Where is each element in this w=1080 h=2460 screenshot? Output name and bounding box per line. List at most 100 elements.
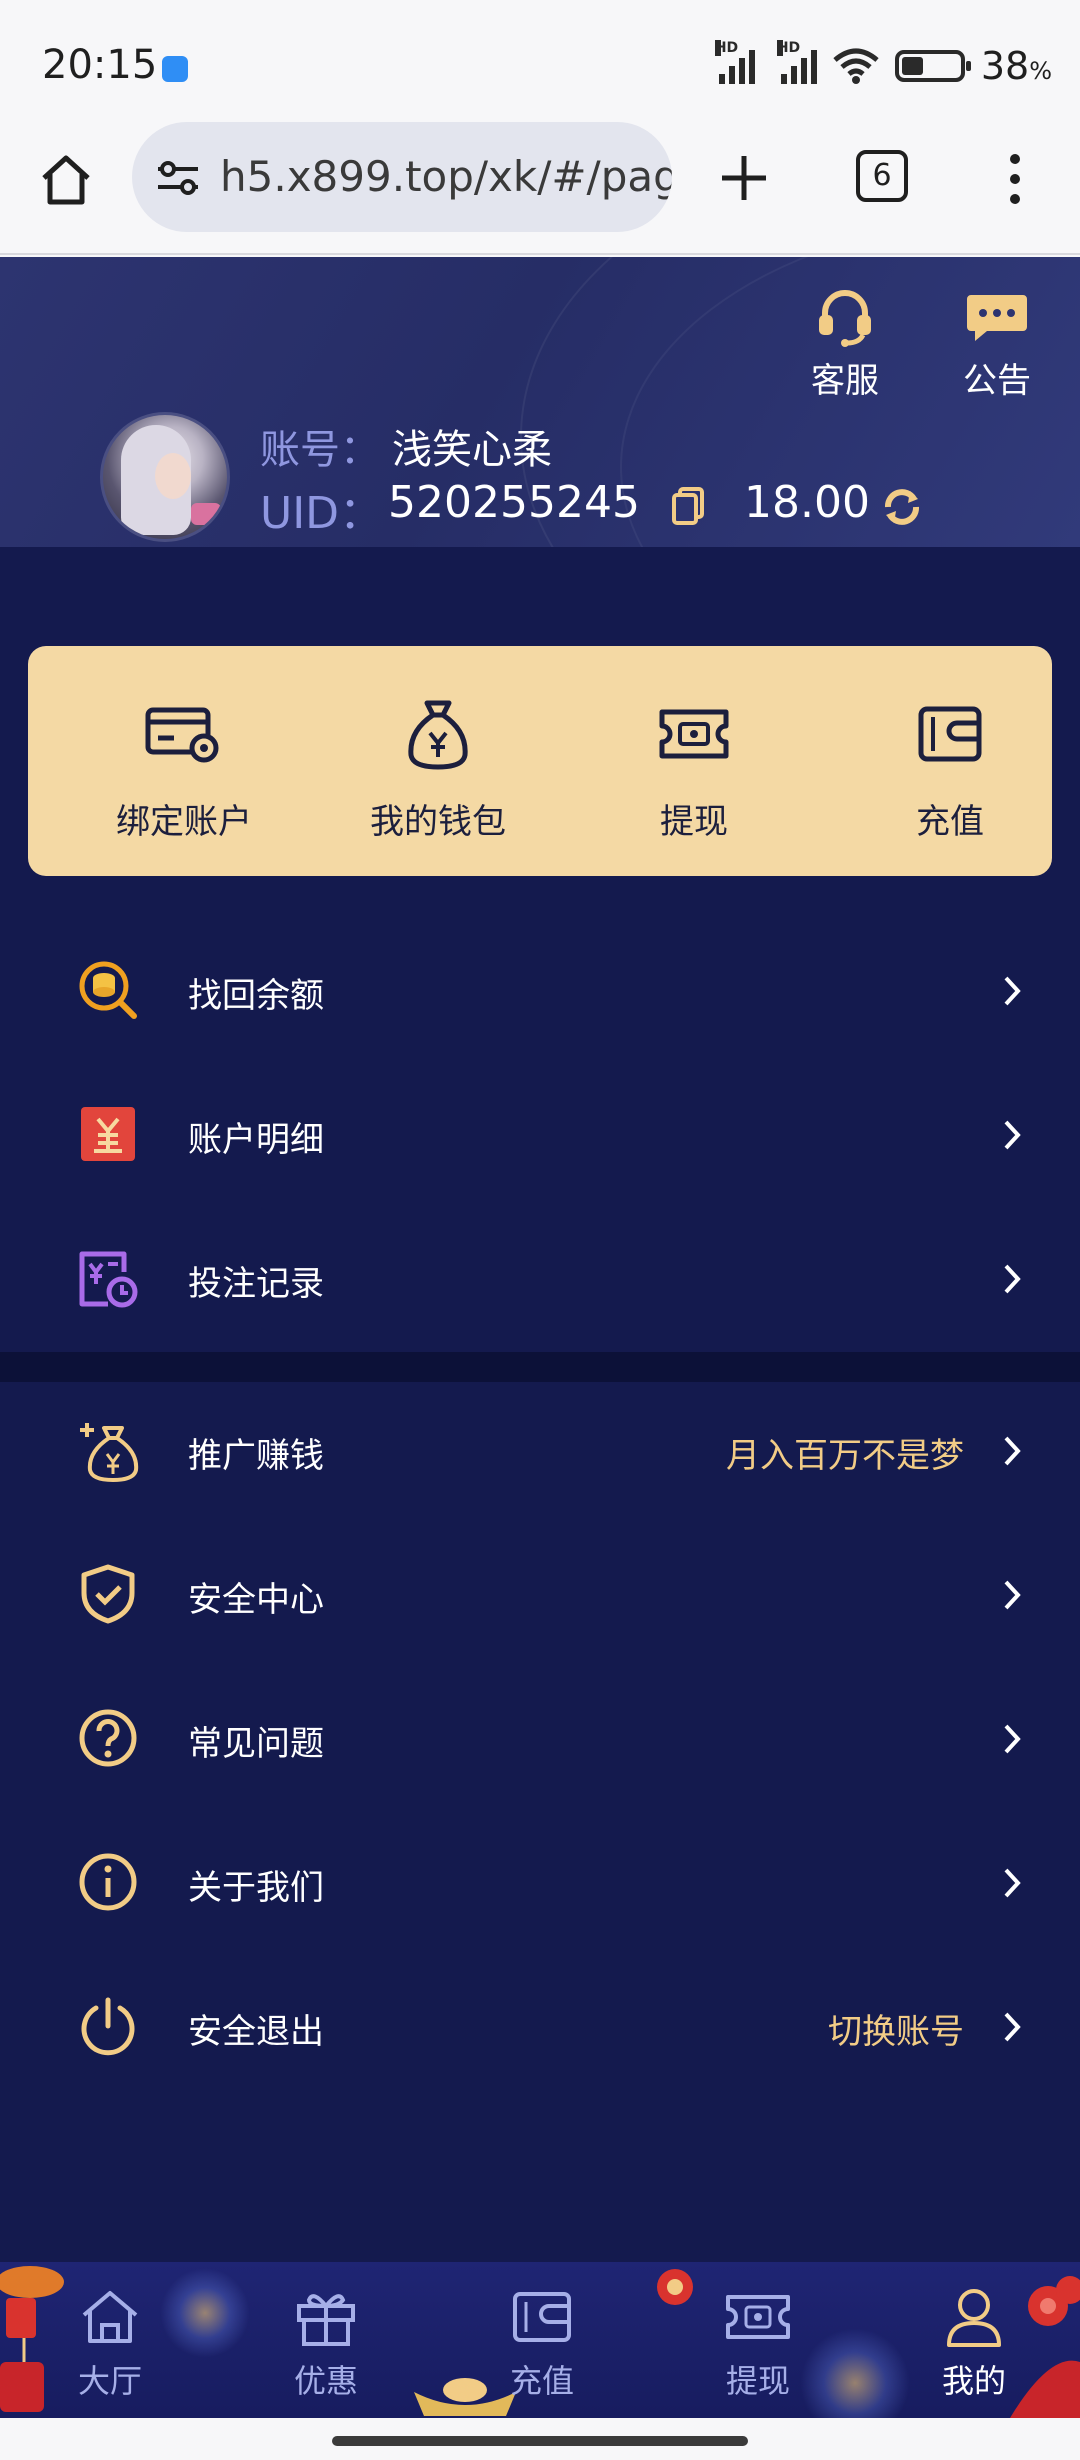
hd-label: HD — [714, 40, 739, 56]
coin-search-icon — [79, 961, 137, 1019]
new-tab-icon[interactable] — [716, 150, 772, 206]
nav-lobby[interactable]: 大厅 — [40, 2282, 180, 2402]
battery-level — [901, 57, 923, 75]
menu-label: 找回余额 — [188, 976, 324, 1016]
promo-slogan: 月入百万不是梦 — [726, 1436, 964, 1476]
money-bag-icon — [408, 700, 468, 770]
uid-value: 520255245 — [388, 477, 640, 528]
quick-action-label: 充值 — [916, 802, 984, 842]
switch-account-link[interactable]: 切换账号 — [828, 2004, 964, 2053]
chevron-right-icon — [1004, 1436, 1021, 1466]
browser-home-icon[interactable] — [36, 150, 96, 210]
nav-label: 我的 — [941, 2362, 1006, 2400]
bottom-navigation: 大厅 优惠 充值 提现 我的 — [0, 2262, 1080, 2418]
home-indicator[interactable] — [332, 2436, 748, 2446]
user-icon — [947, 2289, 1001, 2347]
avatar[interactable] — [100, 412, 230, 542]
menu-label: 账户明细 — [188, 1120, 324, 1160]
quick-withdraw[interactable]: 提现 — [584, 696, 804, 843]
account-name: 浅笑心柔 — [392, 427, 552, 473]
hd-label: HD — [776, 40, 801, 56]
menu-row-promote-earn[interactable]: 推广赚钱 月入百万不是梦 — [0, 1380, 1080, 1524]
signal-1-icon: HD — [714, 40, 755, 84]
section-divider — [0, 1352, 1080, 1382]
quick-my-wallet[interactable]: 我的钱包 — [328, 696, 548, 843]
ticket-cash-icon — [659, 709, 729, 759]
url-text[interactable]: h5.x899.top/xk/#/page — [220, 152, 672, 201]
wallet-icon — [513, 2292, 571, 2342]
nav-label: 充值 — [509, 2362, 574, 2400]
notification-app-icon — [162, 56, 188, 82]
power-icon — [81, 1997, 135, 2056]
menu-row-logout[interactable]: 安全退出 切换账号 — [0, 1956, 1080, 2100]
menu-label: 安全退出 — [188, 2012, 324, 2052]
menu-row-faq[interactable]: 常见问题 — [0, 1668, 1080, 1812]
menu-label: 关于我们 — [188, 1868, 324, 1908]
customer-service-button[interactable]: 客服 — [790, 285, 900, 402]
chevron-right-icon — [1004, 1724, 1021, 1754]
account-label: 账号： — [260, 427, 380, 473]
status-bar: 20:15 HD HD 38% — [0, 0, 1080, 120]
ticket-cash-icon — [726, 2295, 790, 2339]
chevron-right-icon — [1004, 976, 1021, 1006]
nav-withdraw[interactable]: 提现 — [688, 2282, 828, 2402]
status-time: 20:15 — [42, 42, 158, 88]
quick-bind-account[interactable]: 绑定账户 — [74, 696, 294, 843]
announcement-label: 公告 — [963, 361, 1031, 401]
quick-action-label: 提现 — [660, 802, 728, 842]
menu-label: 投注记录 — [188, 1264, 324, 1304]
status-indicators: HD HD 38% — [714, 40, 1052, 88]
announcement-button[interactable]: 公告 — [942, 285, 1052, 402]
gesture-bar-area — [0, 2418, 1080, 2460]
nav-label: 大厅 — [77, 2362, 142, 2400]
balance-amount: 18.00 — [744, 477, 870, 528]
headset-icon — [819, 290, 871, 347]
quick-deposit[interactable]: 充值 — [840, 696, 1060, 843]
chevron-right-icon — [1004, 1868, 1021, 1898]
menu-row-security-center[interactable]: 安全中心 — [0, 1524, 1080, 1668]
card-gear-icon — [145, 707, 219, 763]
wallet-icon — [918, 706, 982, 762]
chat-bubble-icon — [967, 295, 1027, 341]
menu-row-about-us[interactable]: 关于我们 — [0, 1812, 1080, 1956]
shield-check-icon — [81, 1564, 135, 1624]
quick-action-label: 绑定账户 — [116, 802, 252, 842]
profile-header: 客服 公告 账号： 浅笑心柔 UID： 520255245 18.00 — [0, 257, 1080, 547]
menu-label: 推广赚钱 — [188, 1436, 324, 1476]
gift-icon — [297, 2294, 355, 2346]
browser-toolbar: h5.x899.top/xk/#/page 6 — [0, 120, 1080, 255]
chevron-right-icon — [1004, 2012, 1021, 2042]
menu-row-recover-balance[interactable]: 找回余额 — [0, 920, 1080, 1064]
nav-deposit[interactable]: 充值 — [472, 2282, 612, 2402]
quick-actions-card: 绑定账户 我的钱包 提现 充值 — [28, 646, 1052, 876]
chevron-right-icon — [1004, 1120, 1021, 1150]
wifi-icon — [833, 48, 879, 84]
chevron-right-icon — [1004, 1580, 1021, 1610]
tab-switcher-button[interactable]: 6 — [856, 150, 908, 202]
nav-label: 优惠 — [293, 2362, 358, 2400]
battery-percent: 38% — [980, 44, 1052, 88]
site-settings-icon[interactable] — [156, 160, 200, 196]
question-icon — [79, 1709, 137, 1767]
menu-label: 安全中心 — [188, 1580, 324, 1620]
nav-offers[interactable]: 优惠 — [256, 2282, 396, 2402]
nav-label: 提现 — [725, 2362, 790, 2400]
uid-label: UID： — [260, 488, 384, 539]
menu-row-account-details[interactable]: 账户明细 — [0, 1064, 1080, 1208]
refresh-icon[interactable] — [880, 485, 924, 529]
menu-label: 常见问题 — [188, 1724, 324, 1764]
nav-mine[interactable]: 我的 — [904, 2282, 1044, 2402]
signal-2-icon: HD — [776, 40, 817, 84]
customer-service-label: 客服 — [811, 361, 879, 401]
info-icon — [79, 1853, 137, 1911]
menu-row-bet-records[interactable]: 投注记录 — [0, 1208, 1080, 1352]
home-icon — [82, 2291, 138, 2343]
battery-icon — [894, 50, 971, 82]
quick-action-label: 我的钱包 — [370, 802, 506, 842]
browser-menu-icon[interactable] — [1000, 154, 1030, 206]
copy-icon[interactable] — [672, 487, 704, 525]
url-bar[interactable]: h5.x899.top/xk/#/page — [132, 122, 672, 232]
chevron-right-icon — [1004, 1264, 1021, 1294]
yen-ledger-icon — [81, 1107, 135, 1161]
bet-record-icon — [79, 1251, 138, 1308]
